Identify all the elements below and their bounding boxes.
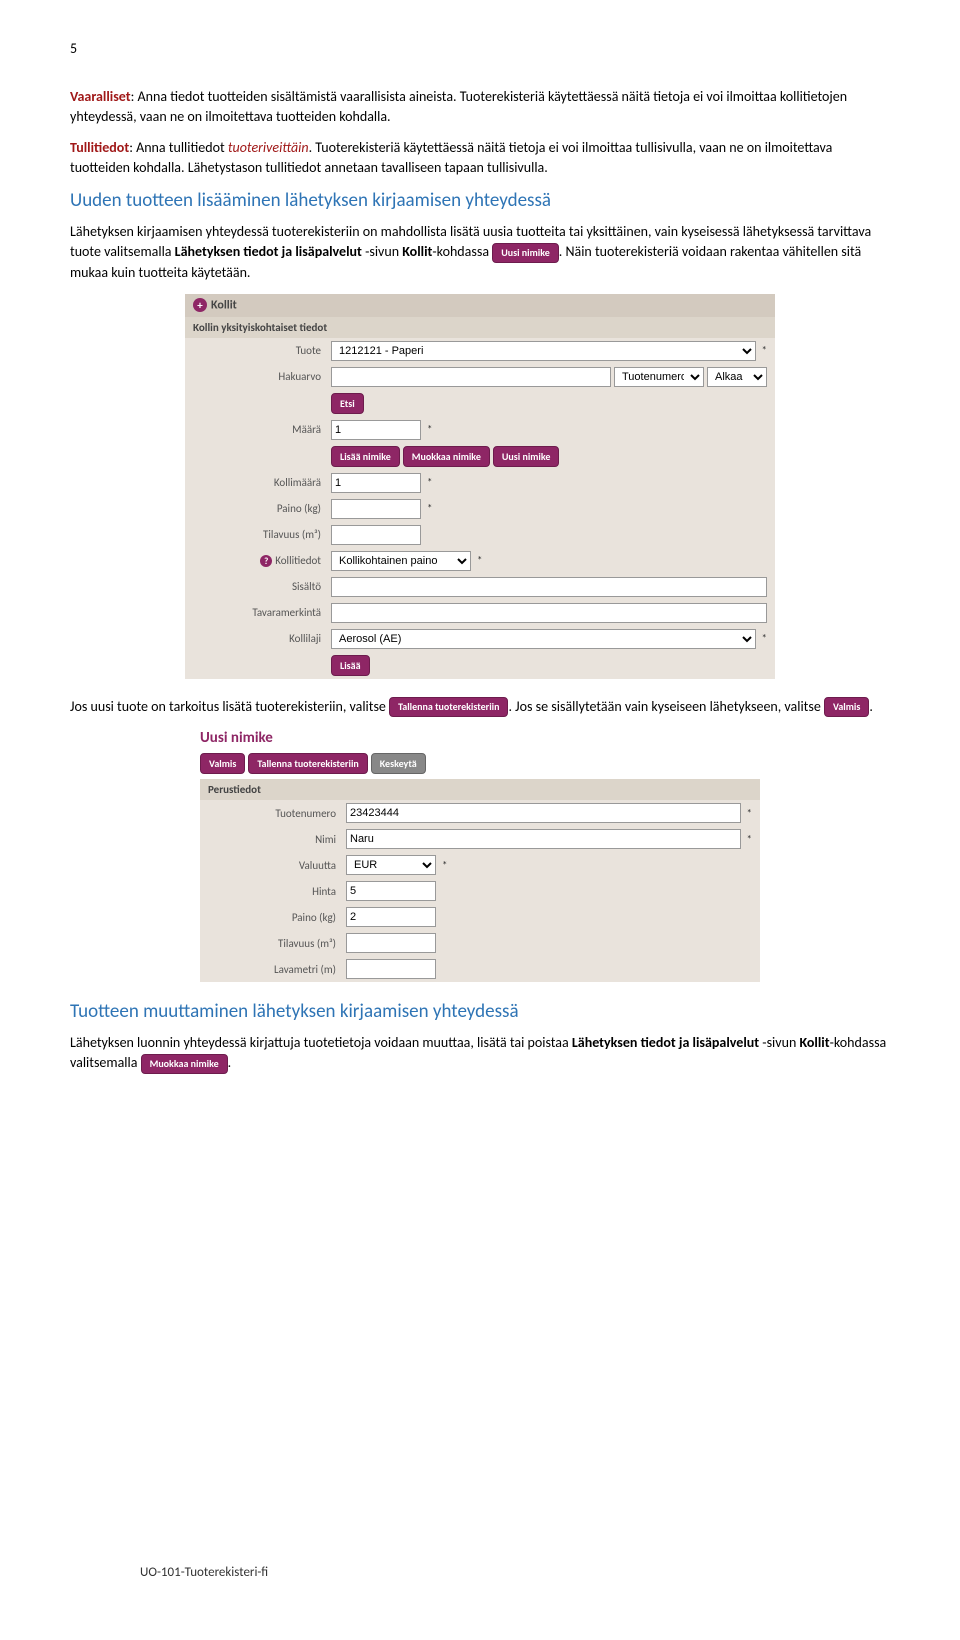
label-tavaramerkinta: Tavaramerkintä bbox=[193, 606, 331, 619]
paino-input[interactable] bbox=[331, 499, 421, 519]
tallenna-tuoterekisteriin-button[interactable]: Tallenna tuoterekisteriin bbox=[248, 753, 367, 774]
valuutta-select[interactable]: EUR bbox=[346, 855, 436, 875]
label-lavametri2: Lavametri (m) bbox=[208, 963, 346, 976]
kollimaara-input[interactable] bbox=[331, 473, 421, 493]
nimi-input[interactable] bbox=[346, 829, 741, 849]
tuote-select[interactable]: 1212121 - Paperi bbox=[331, 341, 756, 361]
paragraph-tuotteen-muuttaminen: Lähetyksen luonnin yhteydessä kirjattuja… bbox=[70, 1033, 890, 1073]
footer-id: UO-101-Tuoterekisteri-fi bbox=[140, 1565, 268, 1580]
kollitiedot-select[interactable]: Kollikohtainen paino bbox=[331, 551, 471, 571]
alkaa-select[interactable]: Alkaa bbox=[707, 367, 767, 387]
uusi-nimike-button-inline: Uusi nimike bbox=[492, 243, 559, 263]
label-sisalto: Sisältö bbox=[193, 580, 331, 593]
label-tuote: Tuote bbox=[193, 344, 331, 357]
muokkaa-nimike-inline: Muokkaa nimike bbox=[141, 1054, 228, 1074]
label-valuutta2: Valuutta bbox=[208, 859, 346, 872]
kollit-subheader: Kollin yksityiskohtaiset tiedot bbox=[185, 317, 775, 338]
tuotenumero-input[interactable] bbox=[346, 803, 741, 823]
etsi-button[interactable]: Etsi bbox=[331, 393, 364, 414]
label-hinta2: Hinta bbox=[208, 885, 346, 898]
maara-input[interactable] bbox=[331, 420, 421, 440]
perustiedot-header: Perustiedot bbox=[200, 779, 760, 800]
paragraph-uuden-tuotteen: Lähetyksen kirjaamisen yhteydessä tuoter… bbox=[70, 222, 890, 282]
label-tilavuus2: Tilavuus (m³) bbox=[208, 937, 346, 950]
muokkaa-nimike-button[interactable]: Muokkaa nimike bbox=[403, 446, 490, 467]
kollilaji-select[interactable]: Aerosol (AE) bbox=[331, 629, 756, 649]
hakuarvo-input[interactable] bbox=[331, 367, 611, 387]
tuotenumero-select[interactable]: Tuotenumero bbox=[614, 367, 704, 387]
sisalto-input[interactable] bbox=[331, 577, 767, 597]
help-icon[interactable]: ? bbox=[260, 555, 272, 567]
valmis-inline: Valmis bbox=[824, 697, 869, 717]
label-nimi2: Nimi bbox=[208, 833, 346, 846]
label-paino2: Paino (kg) bbox=[208, 911, 346, 924]
label-tullitiedot: Tullitiedot bbox=[70, 139, 129, 156]
paino2-input[interactable] bbox=[346, 907, 436, 927]
label-paino: Paino (kg) bbox=[193, 502, 331, 515]
label-kollimaara: Kollimäärä bbox=[193, 476, 331, 489]
label-hakuarvo: Hakuarvo bbox=[193, 370, 331, 383]
label-tuotenumero2: Tuotenumero bbox=[208, 807, 346, 820]
paragraph-jos-uusi: Jos uusi tuote on tarkoitus lisätä tuote… bbox=[70, 697, 890, 718]
tallenna-tuoterekisteriin-inline: Tallenna tuoterekisteriin bbox=[389, 697, 508, 717]
hinta-input[interactable] bbox=[346, 881, 436, 901]
kollit-header: +Kollit bbox=[185, 294, 775, 317]
plus-icon[interactable]: + bbox=[193, 298, 207, 312]
kollit-panel: +Kollit Kollin yksityiskohtaiset tiedot … bbox=[185, 294, 775, 679]
heading-tuotteen-muuttaminen: Tuotteen muuttaminen lähetyksen kirjaami… bbox=[70, 1000, 890, 1023]
paragraph-vaaralliset: Vaaralliset: Anna tiedot tuotteiden sisä… bbox=[70, 87, 890, 126]
tilavuus2-input[interactable] bbox=[346, 933, 436, 953]
uusi-nimike-button[interactable]: Uusi nimike bbox=[493, 446, 560, 467]
uusi-nimike-title: Uusi nimike bbox=[200, 729, 760, 747]
valmis-button[interactable]: Valmis bbox=[200, 753, 245, 774]
label-kollitiedot: ?Kollitiedot bbox=[193, 554, 331, 568]
uusi-nimike-panel: Uusi nimike Valmis Tallenna tuoterekiste… bbox=[200, 729, 760, 982]
label-vaaralliset: Vaaralliset bbox=[70, 88, 131, 105]
label-kollilaji: Kollilaji bbox=[193, 632, 331, 645]
label-maara: Määrä bbox=[193, 423, 331, 436]
tilavuus-input[interactable] bbox=[331, 525, 421, 545]
page-number: 5 bbox=[70, 40, 890, 57]
lisaa-button[interactable]: Lisää bbox=[331, 655, 370, 676]
label-tilavuus: Tilavuus (m³) bbox=[193, 528, 331, 541]
keskeyta-button[interactable]: Keskeytä bbox=[371, 753, 426, 774]
heading-uuden-tuotteen: Uuden tuotteen lisääminen lähetyksen kir… bbox=[70, 189, 890, 212]
paragraph-tullitiedot: Tullitiedot: Anna tullitiedot tuoterivei… bbox=[70, 138, 890, 177]
lavametri-input[interactable] bbox=[346, 959, 436, 979]
lisaa-nimike-button[interactable]: Lisää nimike bbox=[331, 446, 400, 467]
tavaramerkinta-input[interactable] bbox=[331, 603, 767, 623]
